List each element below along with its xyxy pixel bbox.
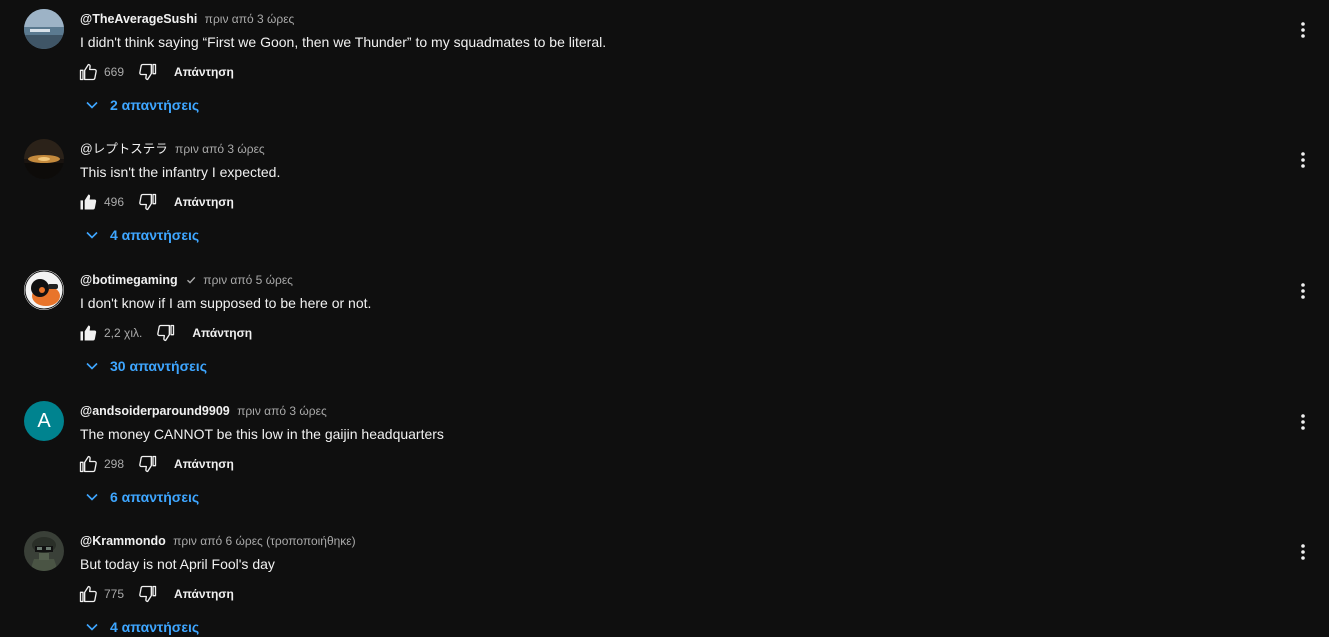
chevron-down-icon [80, 95, 104, 115]
comment-thread: @Krammondo πριν από 6 ώρες (τροποποιήθηκ… [0, 522, 1329, 637]
like-count: 298 [104, 457, 125, 471]
like-count: 496 [104, 195, 125, 209]
thumbs-up-icon [79, 63, 97, 81]
replies-count-label: 6 απαντήσεις [110, 489, 200, 505]
comment-actions: 496 Απάντηση [78, 192, 234, 212]
thumbs-up-filled-icon [80, 194, 97, 210]
view-replies-button[interactable]: 4 απαντήσεις [80, 225, 199, 245]
dislike-button[interactable] [138, 584, 158, 604]
chevron-down-icon [80, 356, 104, 376]
more-vert-icon [1301, 22, 1305, 38]
avatar[interactable] [24, 9, 64, 49]
avatar[interactable]: A [24, 401, 64, 441]
more-vert-icon [1301, 414, 1305, 430]
comment-menu-button[interactable] [1293, 281, 1313, 301]
comment-thread: @レプトステラ πριν από 3 ώρες This isn't the i… [0, 130, 1329, 260]
comment-author[interactable]: @botimegaming [80, 273, 178, 287]
comment-menu-button[interactable] [1293, 20, 1313, 40]
thumbs-down-icon [139, 455, 157, 473]
thumbs-down-icon [139, 585, 157, 603]
replies-count-label: 2 απαντήσεις [110, 97, 200, 113]
comment-menu-button[interactable] [1293, 412, 1313, 432]
comment-time[interactable]: πριν από 5 ώρες [203, 273, 293, 287]
comment-menu-button[interactable] [1293, 542, 1313, 562]
like-button[interactable] [78, 192, 98, 212]
reply-button[interactable]: Απάντηση [192, 326, 252, 340]
comment-time[interactable]: πριν από 3 ώρες [205, 12, 295, 26]
comment-header: @botimegaming πριν από 5 ώρες [80, 271, 293, 289]
comment-thread: @TheAverageSushi πριν από 3 ώρες I didn'… [0, 0, 1329, 130]
like-count: 2,2 χιλ. [104, 326, 143, 340]
like-count: 775 [104, 587, 125, 601]
view-replies-button[interactable]: 30 απαντήσεις [80, 356, 207, 376]
comment-time[interactable]: πριν από 3 ώρες [237, 404, 327, 418]
comment-header: @TheAverageSushi πριν από 3 ώρες [80, 10, 294, 28]
comment-text: I don't know if I am supposed to be here… [80, 295, 372, 311]
avatar[interactable] [24, 270, 64, 310]
comment-actions: 669 Απάντηση [78, 62, 234, 82]
replies-count-label: 30 απαντήσεις [110, 358, 207, 374]
thumbs-up-icon [79, 585, 97, 603]
comment-menu-button[interactable] [1293, 150, 1313, 170]
thumbs-down-icon [157, 324, 175, 342]
comment-thread: @botimegaming πριν από 5 ώρες I don't kn… [0, 261, 1329, 391]
comment-text: The money CANNOT be this low in the gaij… [80, 426, 444, 442]
dislike-button[interactable] [156, 323, 176, 343]
comment-author[interactable]: @andsoiderparound9909 [80, 404, 230, 418]
like-count: 669 [104, 65, 125, 79]
thumbs-up-icon [79, 455, 97, 473]
reply-button[interactable]: Απάντηση [174, 65, 234, 79]
avatar[interactable] [24, 139, 64, 179]
comments-section: @TheAverageSushi πριν από 3 ώρες I didn'… [0, 0, 1329, 637]
dislike-button[interactable] [138, 62, 158, 82]
reply-button[interactable]: Απάντηση [174, 195, 234, 209]
comment-text: This isn't the infantry I expected. [80, 164, 281, 180]
dislike-button[interactable] [138, 454, 158, 474]
comment-author[interactable]: @レプトステラ [80, 142, 168, 156]
more-vert-icon [1301, 544, 1305, 560]
comment-text: I didn't think saying “First we Goon, th… [80, 34, 607, 50]
view-replies-button[interactable]: 2 απαντήσεις [80, 95, 199, 115]
reply-button[interactable]: Απάντηση [174, 587, 234, 601]
like-button[interactable] [78, 323, 98, 343]
chevron-down-icon [80, 225, 104, 245]
chevron-down-icon [80, 487, 104, 507]
comment-actions: 775 Απάντηση [78, 584, 234, 604]
comment-header: @Krammondo πριν από 6 ώρες (τροποποιήθηκ… [80, 532, 356, 550]
like-button[interactable] [78, 584, 98, 604]
avatar[interactable] [24, 531, 64, 571]
replies-count-label: 4 απαντήσεις [110, 227, 200, 243]
comment-header: @レプトステラ πριν από 3 ώρες [80, 140, 265, 158]
replies-count-label: 4 απαντήσεις [110, 619, 200, 635]
comment-thread: A @andsoiderparound9909 πριν από 3 ώρες … [0, 392, 1329, 522]
comment-header: @andsoiderparound9909 πριν από 3 ώρες [80, 402, 327, 420]
like-button[interactable] [78, 62, 98, 82]
thumbs-down-icon [139, 193, 157, 211]
reply-button[interactable]: Απάντηση [174, 457, 234, 471]
view-replies-button[interactable]: 6 απαντήσεις [80, 487, 199, 507]
dislike-button[interactable] [138, 192, 158, 212]
comment-text: But today is not April Fool's day [80, 556, 275, 572]
comment-author[interactable]: @Krammondo [80, 534, 166, 548]
view-replies-button[interactable]: 4 απαντήσεις [80, 617, 199, 637]
comment-actions: 298 Απάντηση [78, 454, 234, 474]
comment-actions: 2,2 χιλ. Απάντηση [78, 323, 252, 343]
thumbs-down-icon [139, 63, 157, 81]
thumbs-up-filled-icon [80, 325, 97, 341]
comment-time[interactable]: πριν από 6 ώρες (τροποποιήθηκε) [173, 534, 356, 548]
more-vert-icon [1301, 283, 1305, 299]
comment-time[interactable]: πριν από 3 ώρες [175, 142, 265, 156]
chevron-down-icon [80, 617, 104, 637]
comment-author[interactable]: @TheAverageSushi [80, 12, 197, 26]
more-vert-icon [1301, 152, 1305, 168]
verified-check-icon [186, 272, 196, 290]
like-button[interactable] [78, 454, 98, 474]
